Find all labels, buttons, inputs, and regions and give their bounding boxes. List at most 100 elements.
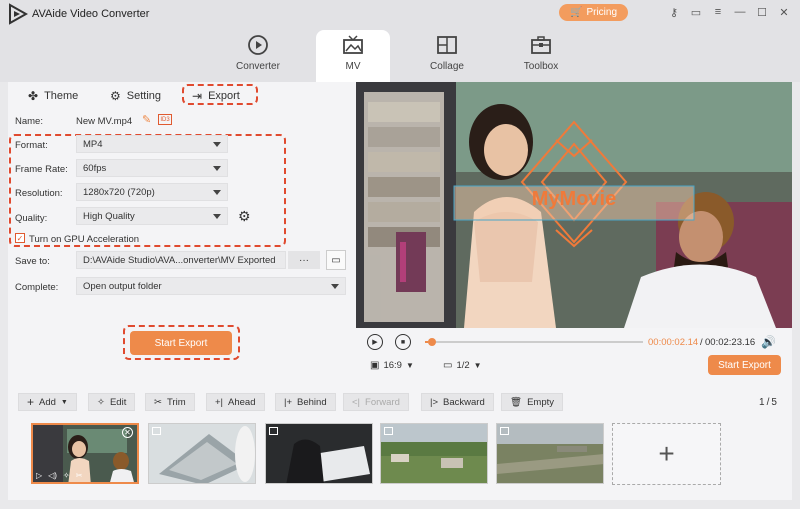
start-export-button[interactable]: Start Export	[130, 331, 232, 355]
ahead-label: Ahead	[228, 396, 256, 408]
format-label: Format:	[15, 140, 48, 151]
edit-name-icon[interactable]: ✎	[142, 113, 151, 126]
add-label: Add	[39, 396, 56, 408]
id3-icon[interactable]: ID3	[158, 114, 172, 125]
video-preview[interactable]: MyMovie	[356, 82, 792, 328]
cart-icon: 🛒	[569, 7, 583, 18]
gpu-checkbox[interactable]: ✓	[15, 233, 25, 243]
edit-label: Edit	[109, 396, 127, 408]
collage-icon	[437, 36, 457, 54]
remove-clip-icon[interactable]: ✕	[122, 427, 133, 438]
clip-counter-separator: /	[766, 397, 770, 408]
pricing-button[interactable]: 🛒 Pricing	[559, 4, 628, 21]
complete-label: Complete:	[15, 282, 59, 293]
clip-trim-icon[interactable]: ✂	[76, 471, 83, 480]
tab-collage[interactable]: Collage	[410, 30, 484, 82]
play-button[interactable]: ▶	[367, 334, 383, 350]
clip-volume-icon[interactable]: ◁)	[48, 471, 57, 480]
subtab-theme[interactable]: ✤ Theme	[28, 89, 78, 103]
page-select[interactable]: ▭ 1/2 ▼	[443, 360, 482, 371]
format-select[interactable]: MP4	[76, 135, 228, 153]
close-icon[interactable]: ✕	[776, 4, 792, 20]
tab-mv[interactable]: MV	[316, 30, 390, 82]
framerate-label: Frame Rate:	[15, 164, 68, 175]
resolution-select[interactable]: 1280x720 (720p)	[76, 183, 228, 201]
quality-settings-gear-icon[interactable]: ⚙	[238, 208, 251, 225]
tab-mv-label: MV	[345, 61, 361, 72]
feedback-icon[interactable]: ▭	[688, 4, 704, 20]
trim-label: Trim	[166, 396, 186, 408]
time-total: 00:02:23.16	[705, 337, 756, 348]
tab-collage-label: Collage	[430, 61, 464, 72]
backward-label: Backward	[443, 396, 485, 408]
add-clip-button[interactable]: +	[612, 423, 721, 485]
subtab-setting[interactable]: ⚙ Setting	[110, 89, 161, 103]
behind-button[interactable]: |+ Behind	[275, 393, 336, 411]
clip-thumbnail-2[interactable]	[148, 423, 256, 484]
quality-label: Quality:	[15, 213, 48, 224]
page-value: 1/2	[456, 360, 470, 371]
menu-icon[interactable]: ≡	[710, 4, 726, 20]
export-tab-highlight	[182, 84, 258, 105]
backward-button[interactable]: |> Backward	[421, 393, 494, 411]
aspect-ratio-value: 16:9	[383, 360, 402, 371]
clip-play-icon[interactable]: ▷	[36, 471, 42, 480]
aspect-ratio-select[interactable]: ▣ 16:9 ▼	[370, 360, 414, 371]
chevron-down-icon: ▼	[473, 361, 482, 370]
quality-select[interactable]: High Quality	[76, 207, 228, 225]
add-button[interactable]: + Add ▼	[18, 393, 77, 411]
theme-icon: ✤	[28, 89, 39, 103]
browse-button[interactable]: ···	[288, 251, 320, 269]
maximize-icon[interactable]: ☐	[754, 4, 770, 20]
app-logo-icon	[9, 3, 28, 25]
quality-value: High Quality	[83, 210, 135, 222]
name-label: Name:	[15, 116, 43, 127]
saveto-value: D:\AVAide Studio\AVA...onverter\MV Expor…	[83, 254, 276, 266]
clip-thumbnail-1[interactable]: ✕ ▷ ◁) ✧ ✂	[31, 423, 139, 484]
forward-button[interactable]: <| Forward	[343, 393, 409, 411]
clip-thumbnail-3[interactable]	[265, 423, 373, 484]
chevron-down-icon: ▼	[60, 398, 68, 406]
chevron-down-icon	[213, 142, 221, 147]
chevron-down-icon	[331, 284, 339, 289]
start-export-label: Start Export	[154, 337, 208, 349]
clip-thumbnail-4[interactable]	[380, 423, 488, 484]
edit-button[interactable]: ✧ Edit	[88, 393, 136, 411]
scissors-icon: ✂	[154, 396, 162, 408]
plus-icon: +	[658, 438, 675, 469]
tab-toolbox-label: Toolbox	[523, 61, 559, 72]
tab-toolbox[interactable]: Toolbox	[504, 30, 578, 82]
format-value: MP4	[83, 138, 103, 150]
saveto-path[interactable]: D:\AVAide Studio\AVA...onverter\MV Expor…	[76, 251, 286, 269]
saveto-label: Save to:	[15, 256, 50, 267]
clip-video-icon	[384, 427, 393, 435]
empty-button[interactable]: 🗑 Empty	[501, 393, 563, 411]
stop-button[interactable]: ■	[395, 334, 411, 350]
chevron-down-icon	[213, 190, 221, 195]
complete-select[interactable]: Open output folder	[76, 277, 346, 295]
trim-button[interactable]: ✂ Trim	[145, 393, 195, 411]
trash-icon: 🗑	[510, 396, 523, 408]
clip-counter: 1 / 5	[759, 397, 777, 408]
progress-track[interactable]	[425, 338, 643, 346]
magic-wand-icon: ✧	[97, 396, 105, 408]
open-folder-button[interactable]: ▭	[326, 250, 346, 270]
preview-overlay-title: MyMovie	[531, 188, 617, 210]
preview-start-export-button[interactable]: Start Export	[708, 355, 781, 375]
framerate-select[interactable]: 60fps	[76, 159, 228, 177]
backward-icon: |>	[430, 396, 439, 408]
clip-edit-icon[interactable]: ✧	[63, 471, 70, 480]
minimize-icon[interactable]: —	[732, 4, 748, 20]
name-value: New MV.mp4	[76, 116, 133, 127]
tab-converter[interactable]: Converter	[221, 30, 295, 82]
clip-counter-total: 5	[771, 397, 777, 408]
subtab-setting-label: Setting	[126, 90, 162, 102]
clip-thumbnail-3-image	[266, 424, 372, 483]
key-icon[interactable]: ⚷	[666, 4, 682, 20]
toolbox-icon	[531, 36, 551, 54]
volume-icon[interactable]: 🔊	[761, 335, 776, 349]
clip-thumbnail-5[interactable]	[496, 423, 604, 484]
folder-icon: ▭	[331, 254, 341, 266]
preview-start-export-label: Start Export	[718, 359, 771, 371]
ahead-button[interactable]: +| Ahead	[206, 393, 265, 411]
